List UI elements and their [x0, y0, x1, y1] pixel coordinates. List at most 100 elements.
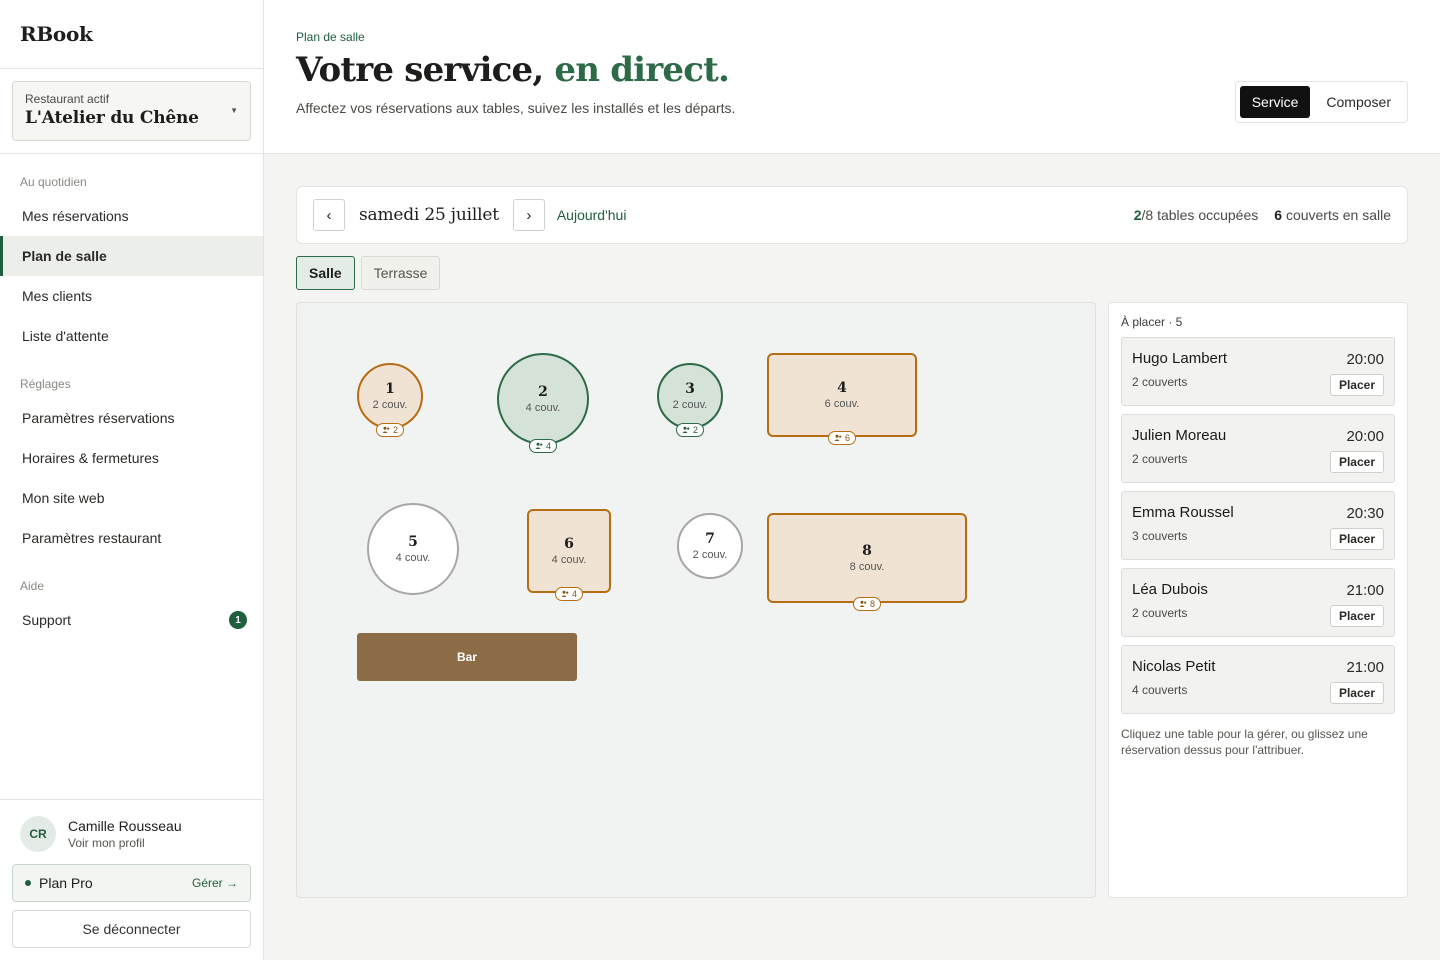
table-8[interactable]: 8 8 couv. 8 [767, 513, 967, 611]
reservation-card[interactable]: Léa Dubois 21:00 2 couverts Placer [1121, 568, 1395, 637]
table-6[interactable]: 6 4 couv. 4 [527, 509, 611, 601]
avatar: CR [20, 816, 56, 852]
restaurant-selector-wrap: Restaurant actif L'Atelier du Chêne ▼ [0, 69, 263, 154]
reservation-time: 20:00 [1346, 351, 1384, 368]
people-icon [859, 600, 867, 607]
table-capacity: 2 couv. [372, 399, 408, 411]
table-number: 1 [385, 381, 395, 397]
chevron-down-icon: ▼ [230, 106, 238, 115]
people-icon [561, 590, 569, 597]
prev-day-button[interactable]: ‹ [313, 199, 345, 231]
brand-logo[interactable]: RBook [0, 0, 263, 69]
table-4[interactable]: 4 6 couv. 6 [767, 353, 917, 445]
people-icon [682, 426, 690, 433]
profile-link[interactable]: Voir mon profil [68, 836, 182, 850]
reservation-card[interactable]: Hugo Lambert 20:00 2 couverts Placer [1121, 337, 1395, 406]
table-capacity: 2 couv. [692, 549, 728, 561]
tab-terrasse[interactable]: Terrasse [360, 256, 441, 290]
table-capacity: 4 couv. [551, 554, 587, 566]
people-icon [535, 442, 543, 449]
mode-service-button[interactable]: Service [1239, 86, 1311, 118]
restaurant-selector[interactable]: Restaurant actif L'Atelier du Chêne ▼ [12, 81, 251, 141]
table-5[interactable]: 5 4 couv. [367, 503, 459, 595]
sidebar-item-clients[interactable]: Mes clients [0, 276, 263, 316]
sidebar-item-website[interactable]: Mon site web [0, 478, 263, 518]
occupied-count: 2 [1133, 207, 1142, 223]
service-stats: 2/8 tables occupées 6 couverts en salle [1134, 207, 1391, 223]
table-2[interactable]: 2 4 couv. 4 [497, 353, 589, 453]
tables-occupied-stat: 2/8 tables occupées [1134, 207, 1259, 223]
sidebar-item-restaurant-settings[interactable]: Paramètres restaurant [0, 518, 263, 558]
people-icon [834, 434, 842, 441]
guest-count: 4 [545, 441, 552, 451]
sidebar-item-reservations[interactable]: Mes réservations [0, 196, 263, 236]
mode-compose-button[interactable]: Composer [1314, 86, 1403, 118]
table-capacity: 8 couv. [849, 561, 885, 573]
panel-title: À placer · 5 [1121, 315, 1183, 329]
support-badge: 1 [229, 611, 247, 629]
room-tabs: Salle Terrasse [296, 256, 441, 290]
table-number: 4 [837, 380, 847, 396]
covers-stat: 6 couverts en salle [1274, 207, 1391, 223]
place-button[interactable]: Placer [1329, 605, 1384, 627]
table-number: 3 [685, 381, 695, 397]
user-name: Camille Rousseau [68, 818, 182, 834]
breadcrumb: Plan de salle [296, 30, 365, 44]
reservation-card[interactable]: Nicolas Petit 21:00 4 couverts Placer [1121, 645, 1395, 714]
guest-count-badge: 4 [528, 439, 558, 453]
mode-switch: Service Composer [1234, 81, 1408, 123]
plan-banner: Plan Pro Gérer → [12, 864, 251, 902]
logout-button[interactable]: Se déconnecter [12, 910, 251, 948]
place-button[interactable]: Placer [1329, 374, 1384, 396]
table-number: 2 [538, 384, 548, 400]
user-profile[interactable]: CR Camille Rousseau Voir mon profil [12, 816, 251, 852]
place-button[interactable]: Placer [1329, 682, 1384, 704]
reservation-card[interactable]: Julien Moreau 20:00 2 couverts Placer [1121, 414, 1395, 483]
sidebar-footer: CR Camille Rousseau Voir mon profil Plan… [0, 799, 263, 960]
guest-count: 2 [392, 425, 399, 435]
table-capacity: 2 couv. [672, 399, 708, 411]
reservation-time: 21:00 [1346, 582, 1384, 599]
covers-suffix: couverts en salle [1285, 207, 1391, 223]
table-capacity: 4 couv. [525, 402, 561, 414]
table-number: 5 [408, 534, 418, 550]
table-number: 7 [705, 531, 715, 547]
sidebar-item-floor-plan[interactable]: Plan de salle [0, 236, 263, 276]
current-date: samedi 25 juillet [359, 205, 499, 225]
place-button[interactable]: Placer [1329, 451, 1384, 473]
sidebar-item-hours[interactable]: Horaires & fermetures [0, 438, 263, 478]
reservation-card[interactable]: Emma Roussel 20:30 3 couverts Placer [1121, 491, 1395, 560]
title-accent: en direct. [554, 50, 730, 90]
guest-count-badge: 2 [375, 423, 405, 437]
sidebar-item-reservation-settings[interactable]: Paramètres réservations [0, 398, 263, 438]
manage-plan-link[interactable]: Gérer → [192, 876, 238, 890]
panel-hint: Cliquez une table pour la gérer, ou glis… [1121, 727, 1368, 757]
status-dot-icon [25, 880, 31, 886]
tab-salle[interactable]: Salle [296, 256, 355, 290]
table-number: 6 [564, 536, 574, 552]
guest-count-badge: 4 [554, 587, 584, 601]
place-button[interactable]: Placer [1329, 528, 1384, 550]
sidebar-item-waitlist[interactable]: Liste d'attente [0, 316, 263, 356]
sidebar-item-support[interactable]: Support 1 [0, 600, 263, 640]
nav-section-title: Au quotidien [20, 175, 87, 189]
table-1[interactable]: 1 2 couv. 2 [357, 363, 423, 437]
guest-count-badge: 8 [852, 597, 882, 611]
plan-label: Plan Pro [39, 875, 93, 891]
today-link[interactable]: Aujourd'hui [557, 207, 627, 223]
next-day-button[interactable]: › [512, 199, 545, 231]
bar-counter: Bar [357, 633, 577, 681]
table-3[interactable]: 3 2 couv. 2 [657, 363, 723, 437]
covers-count: 6 [1274, 207, 1283, 223]
sidebar-item-label: Support [22, 612, 72, 628]
table-number: 8 [862, 543, 872, 559]
occupied-suffix: /8 tables occupées [1141, 207, 1259, 223]
restaurant-name: L'Atelier du Chêne [25, 108, 199, 128]
guest-count: 8 [869, 599, 876, 609]
reservation-time: 20:30 [1346, 505, 1384, 522]
guest-count: 6 [844, 433, 851, 443]
page-header: Plan de salle Votre service, en direct. … [264, 0, 1440, 154]
table-7[interactable]: 7 2 couv. [677, 513, 743, 579]
sidebar: RBook Restaurant actif L'Atelier du Chên… [0, 0, 264, 960]
reservation-time: 21:00 [1346, 659, 1384, 676]
